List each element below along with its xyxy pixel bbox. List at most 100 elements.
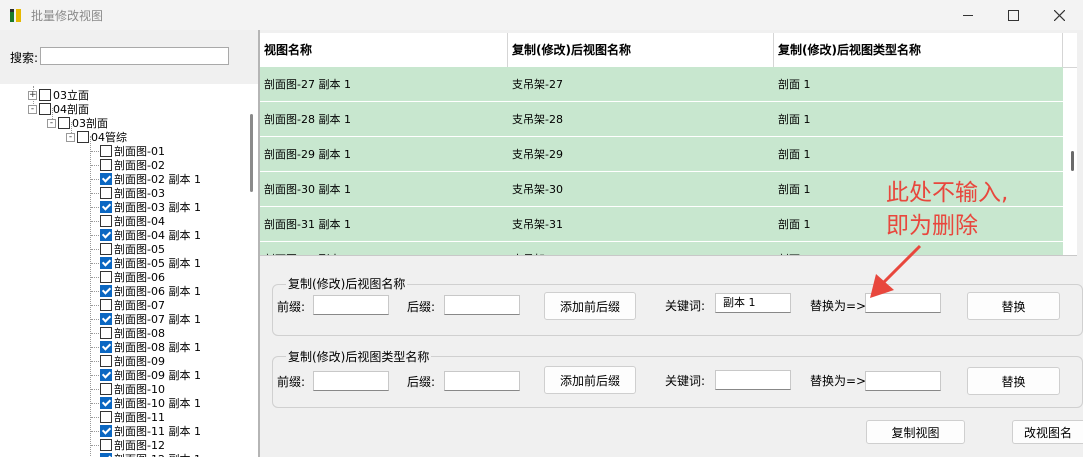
suffix-input[interactable] [444, 371, 520, 391]
table-cell[interactable]: 支吊架-31 [508, 207, 563, 242]
add-prefix-suffix-button[interactable]: 添加前后缀 [544, 366, 636, 394]
tree-checkbox[interactable] [77, 131, 89, 143]
tree-checkbox[interactable] [39, 89, 51, 101]
tree-checkbox-checked[interactable] [100, 397, 112, 409]
table-cell[interactable]: 支吊架-30 [508, 172, 563, 207]
tree-checkbox-checked[interactable] [100, 453, 112, 457]
tree-leaf[interactable]: 剖面图-02 [100, 158, 165, 172]
column-header[interactable]: 复制(修改)后视图名称 [508, 33, 774, 67]
tree-leaf[interactable]: 剖面图-09 [100, 354, 165, 368]
tree-checkbox-checked[interactable] [100, 257, 112, 269]
rename-view-button[interactable]: 改视图名 [1012, 420, 1083, 444]
tree-checkbox[interactable] [100, 271, 112, 283]
tree-checkbox[interactable] [100, 187, 112, 199]
tree-leaf[interactable]: 剖面图-09 副本 1 [100, 368, 201, 382]
table-cell[interactable]: 剖面 1 [774, 172, 811, 207]
tree-checkbox[interactable] [100, 215, 112, 227]
table-row[interactable]: 剖面图-32 副本 1 支吊架-32 剖面 1 [260, 242, 1063, 255]
tree-checkbox[interactable] [100, 439, 112, 451]
search-input[interactable] [40, 47, 229, 65]
table-cell[interactable]: 剖面 1 [774, 207, 811, 242]
tree-checkbox[interactable] [100, 243, 112, 255]
tree-checkbox[interactable] [100, 145, 112, 157]
tree-leaf[interactable]: 剖面图-10 副本 1 [100, 396, 201, 410]
add-prefix-suffix-button[interactable]: 添加前后缀 [544, 292, 636, 320]
table-cell[interactable]: 剖面 1 [774, 102, 811, 137]
tree-leaf[interactable]: 剖面图-11 副本 1 [100, 424, 201, 438]
table-cell[interactable]: 剖面图-31 副本 1 [260, 207, 351, 242]
prefix-input[interactable] [313, 295, 389, 315]
tree-leaf[interactable]: 剖面图-06 副本 1 [100, 284, 201, 298]
tree-checkbox-checked[interactable] [100, 341, 112, 353]
tree-node[interactable]: - 04剖面 [28, 102, 89, 116]
table-cell[interactable]: 剖面图-32 副本 1 [260, 242, 351, 255]
tree-checkbox-checked[interactable] [100, 229, 112, 241]
replace-input[interactable] [865, 371, 941, 391]
table-cell[interactable]: 支吊架-29 [508, 137, 563, 172]
tree-leaf[interactable]: 剖面图-01 [100, 144, 165, 158]
table-cell[interactable]: 剖面图-30 副本 1 [260, 172, 351, 207]
table-row[interactable]: 剖面图-29 副本 1 支吊架-29 剖面 1 [260, 137, 1063, 172]
tree-checkbox[interactable] [100, 355, 112, 367]
collapse-icon[interactable]: - [47, 118, 56, 128]
tree-leaf[interactable]: 剖面图-05 [100, 242, 165, 256]
replace-button[interactable]: 替换 [967, 292, 1060, 320]
tree-leaf[interactable]: 剖面图-12 [100, 438, 165, 452]
tree-leaf[interactable]: 剖面图-08 [100, 326, 165, 340]
maximize-button[interactable] [990, 0, 1036, 30]
tree-checkbox[interactable] [100, 411, 112, 423]
table-cell[interactable]: 剖面图-29 副本 1 [260, 137, 351, 172]
view-tree[interactable]: + 03立面 - 04剖面 - 03剖面 - 04管综 剖面图-01 剖面图-02… [0, 84, 258, 457]
tree-leaf[interactable]: 剖面图-03 副本 1 [100, 200, 201, 214]
column-header[interactable]: 复制(修改)后视图类型名称 [774, 33, 1063, 67]
tree-leaf[interactable]: 剖面图-06 [100, 270, 165, 284]
tree-checkbox[interactable] [100, 159, 112, 171]
table-cell[interactable]: 支吊架-27 [508, 67, 563, 102]
table-scrollbar[interactable] [1071, 151, 1074, 171]
tree-scrollbar[interactable] [250, 114, 253, 192]
close-button[interactable] [1036, 0, 1082, 30]
tree-leaf[interactable]: 剖面图-10 [100, 382, 165, 396]
tree-leaf[interactable]: 剖面图-07 [100, 298, 165, 312]
tree-leaf[interactable]: 剖面图-12 副本 1 [100, 452, 201, 457]
tree-leaf[interactable]: 剖面图-05 副本 1 [100, 256, 201, 270]
table-cell[interactable]: 剖面 1 [774, 242, 811, 255]
tree-leaf[interactable]: 剖面图-07 副本 1 [100, 312, 201, 326]
tree-checkbox[interactable] [100, 383, 112, 395]
table-cell[interactable]: 剖面图-27 副本 1 [260, 67, 351, 102]
tree-leaf[interactable]: 剖面图-03 [100, 186, 165, 200]
table-cell[interactable]: 支吊架-28 [508, 102, 563, 137]
table-cell[interactable]: 剖面 1 [774, 67, 811, 102]
tree-leaf[interactable]: 剖面图-04 副本 1 [100, 228, 201, 242]
tree-leaf[interactable]: 剖面图-08 副本 1 [100, 340, 201, 354]
tree-checkbox[interactable] [100, 327, 112, 339]
tree-checkbox[interactable] [39, 103, 51, 115]
tree-node[interactable]: - 04管综 [66, 130, 127, 144]
copy-view-button[interactable]: 复制视图 [866, 420, 965, 444]
tree-checkbox-checked[interactable] [100, 425, 112, 437]
keyword-input[interactable]: 副本 1 [715, 293, 791, 313]
tree-leaf[interactable]: 剖面图-02 副本 1 [100, 172, 201, 186]
tree-leaf[interactable]: 剖面图-11 [100, 410, 165, 424]
tree-node[interactable]: + 03立面 [28, 88, 89, 102]
suffix-input[interactable] [444, 295, 520, 315]
column-header[interactable]: 视图名称 [260, 33, 508, 67]
minimize-button[interactable] [945, 0, 991, 30]
keyword-input[interactable] [715, 370, 791, 390]
table-cell[interactable]: 剖面图-28 副本 1 [260, 102, 351, 137]
tree-checkbox[interactable] [58, 117, 70, 129]
tree-checkbox-checked[interactable] [100, 173, 112, 185]
tree-checkbox-checked[interactable] [100, 285, 112, 297]
tree-checkbox-checked[interactable] [100, 201, 112, 213]
tree-leaf[interactable]: 剖面图-04 [100, 214, 165, 228]
table-row[interactable]: 剖面图-28 副本 1 支吊架-28 剖面 1 [260, 102, 1063, 137]
replace-button[interactable]: 替换 [967, 367, 1060, 395]
expand-icon[interactable]: + [28, 90, 37, 100]
tree-checkbox-checked[interactable] [100, 313, 112, 325]
table-cell[interactable]: 支吊架-32 [508, 242, 563, 255]
collapse-icon[interactable]: - [28, 104, 37, 114]
table-cell[interactable]: 剖面 1 [774, 137, 811, 172]
tree-checkbox[interactable] [100, 299, 112, 311]
table-row[interactable]: 剖面图-27 副本 1 支吊架-27 剖面 1 [260, 67, 1063, 102]
tree-checkbox-checked[interactable] [100, 369, 112, 381]
